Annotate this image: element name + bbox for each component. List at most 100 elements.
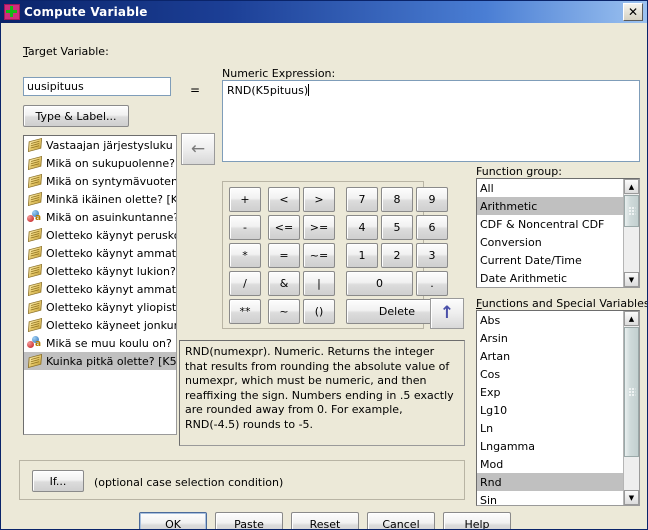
close-icon: ✕ <box>627 5 639 19</box>
scale-variable-icon <box>27 354 43 368</box>
cancel-button[interactable]: Cancel <box>367 512 435 529</box>
functions-list-item[interactable]: Cos <box>477 365 624 383</box>
functions-list-item[interactable]: Lngamma <box>477 437 624 455</box>
function-group-item[interactable]: Current Date/Time <box>477 251 624 269</box>
function-group-list[interactable]: All Arithmetic CDF & Noncentral CDF Convers… <box>476 178 640 288</box>
scroll-down-icon[interactable]: ▼ <box>624 272 639 287</box>
variable-list-item[interactable]: Mikä on sukupuolenne? ... <box>24 154 176 172</box>
variable-list-item[interactable]: Oletteko käynyt ammatti... <box>24 280 176 298</box>
keypad-button-[interactable]: - <box>229 215 261 240</box>
variable-list-items: Vastaajan järjestysluku ... Mikä on sukup… <box>24 136 176 370</box>
keypad-button-2[interactable]: 2 <box>381 243 413 268</box>
type-and-label-button-text: Type & Label... <box>35 109 117 123</box>
scroll-up-icon[interactable]: ▲ <box>624 311 639 326</box>
insert-function-button[interactable]: ↑ <box>430 298 464 329</box>
functions-scrollbar[interactable]: ▲ ▼ <box>623 311 639 505</box>
variable-list-item[interactable]: Kuinka pitkä olette? [K5p... <box>24 352 176 370</box>
variable-list-item[interactable]: a Mikä on asuinkuntanne?... <box>24 208 176 226</box>
variable-list-item[interactable]: Oletteko käynyt lukion? [... <box>24 262 176 280</box>
keypad-button-[interactable]: + <box>229 187 261 212</box>
functions-list-item[interactable]: Arsin <box>477 329 624 347</box>
variable-list-item[interactable]: a Mikä se muu koulu on? [... <box>24 334 176 352</box>
keypad-button-6[interactable]: 6 <box>416 215 448 240</box>
variable-list-item-label: Minkä ikäinen olette? [K2... <box>46 192 176 206</box>
keypad-button-[interactable]: = <box>268 243 300 268</box>
keypad-button-[interactable]: > <box>303 187 335 212</box>
keypad-button-8[interactable]: 8 <box>381 187 413 212</box>
function-group-item[interactable]: All <box>477 179 624 197</box>
variable-list-item[interactable]: Oletteko käynyt yliopisto... <box>24 298 176 316</box>
function-group-item[interactable]: Arithmetic <box>477 197 624 215</box>
function-group-item[interactable]: Conversion <box>477 233 624 251</box>
keypad-button-[interactable]: <= <box>268 215 300 240</box>
variable-list-item-label: Mikä on asuinkuntanne?... <box>46 210 176 224</box>
help-button[interactable]: Help <box>443 512 511 529</box>
functions-list-item[interactable]: Abs <box>477 311 624 329</box>
scrollbar-thumb[interactable] <box>624 327 639 457</box>
footer-button-bar: OK Paste Reset Cancel Help <box>1 509 647 529</box>
variable-list-item[interactable]: Mikä on syntymävuoten... <box>24 172 176 190</box>
functions-list-item[interactable]: Lg10 <box>477 401 624 419</box>
keypad-button-[interactable]: * <box>229 243 261 268</box>
functions-list-item-label: Cos <box>480 367 501 381</box>
function-group-item[interactable]: Date Arithmetic <box>477 269 624 287</box>
keypad-button-3[interactable]: 3 <box>416 243 448 268</box>
scroll-down-icon[interactable]: ▼ <box>624 490 639 505</box>
keypad-button-[interactable]: / <box>229 271 261 296</box>
keypad-button-9[interactable]: 9 <box>416 187 448 212</box>
keypad-button-5[interactable]: 5 <box>381 215 413 240</box>
keypad-button-[interactable]: >= <box>303 215 335 240</box>
reset-button[interactable]: Reset <box>291 512 359 529</box>
keypad-button-[interactable]: () <box>303 299 335 324</box>
keypad-button-[interactable]: ~= <box>303 243 335 268</box>
functions-list-item[interactable]: Rnd <box>477 473 624 491</box>
variable-list-item[interactable]: Oletteko käyneet jonkun ... <box>24 316 176 334</box>
paste-button[interactable]: Paste <box>215 512 283 529</box>
functions-list-item[interactable]: Exp <box>477 383 624 401</box>
target-variable-input[interactable]: uusipituus <box>23 77 171 96</box>
function-group-item-label: All <box>480 181 494 195</box>
functions-list-item-label: Mod <box>480 457 504 471</box>
functions-list-item[interactable]: Artan <box>477 347 624 365</box>
keypad-button-7[interactable]: 7 <box>346 187 378 212</box>
keypad-button-4[interactable]: 4 <box>346 215 378 240</box>
functions-list-item[interactable]: Ln <box>477 419 624 437</box>
keypad-button-[interactable]: ** <box>229 299 261 324</box>
keypad-button-[interactable]: ~ <box>268 299 300 324</box>
scroll-up-icon[interactable]: ▲ <box>624 179 639 194</box>
function-group-scrollbar[interactable]: ▲ ▼ <box>623 179 639 287</box>
arrow-up-icon: ↑ <box>439 303 455 323</box>
variable-list-item-label: Mikä se muu koulu on? [... <box>46 336 176 350</box>
scale-variable-icon <box>27 174 43 188</box>
type-and-label-button[interactable]: Type & Label... <box>23 105 129 127</box>
scrollbar-thumb[interactable] <box>624 195 639 227</box>
keypad-button-[interactable]: . <box>416 271 448 296</box>
keypad-button-[interactable]: | <box>303 271 335 296</box>
variable-list-item[interactable]: Oletteko käynyt ammatti... <box>24 244 176 262</box>
numeric-expression-input[interactable]: RND(K5pituus) <box>222 80 640 162</box>
variable-list-item-label: Oletteko käynyt yliopisto... <box>46 300 176 314</box>
scale-variable-icon <box>27 318 43 332</box>
functions-list-item-label: Arsin <box>480 331 508 345</box>
functions-list-item-label: Rnd <box>480 475 502 489</box>
close-button[interactable]: ✕ <box>623 3 643 21</box>
keypad-button-[interactable]: & <box>268 271 300 296</box>
keypad-button-0[interactable]: 0 <box>346 271 413 296</box>
keypad-button-1[interactable]: 1 <box>346 243 378 268</box>
scale-variable-icon <box>27 264 43 278</box>
move-variable-to-expression-button[interactable]: ← <box>181 133 215 165</box>
ok-button[interactable]: OK <box>139 512 207 529</box>
variable-list-item[interactable]: Minkä ikäinen olette? [K2... <box>24 190 176 208</box>
variable-list-item[interactable]: Vastaajan järjestysluku ... <box>24 136 176 154</box>
variable-list-item-label: Oletteko käynyt lukion? [... <box>46 264 176 278</box>
functions-list-item[interactable]: Sin <box>477 491 624 506</box>
function-group-item[interactable]: CDF & Noncentral CDF <box>477 215 624 233</box>
functions-list[interactable]: Abs Arsin Artan Cos Exp Lg10 Ln Lngamma Mod Rnd Si… <box>476 310 640 506</box>
functions-list-item[interactable]: Mod <box>477 455 624 473</box>
function-group-label: Function group: <box>476 165 562 178</box>
if-button[interactable]: If... <box>32 470 84 492</box>
variable-list[interactable]: Vastaajan järjestysluku ... Mikä on sukup… <box>23 135 177 435</box>
variable-list-item[interactable]: Oletteko käynyt perusko... <box>24 226 176 244</box>
scale-variable-icon <box>27 192 43 206</box>
keypad-button-[interactable]: < <box>268 187 300 212</box>
